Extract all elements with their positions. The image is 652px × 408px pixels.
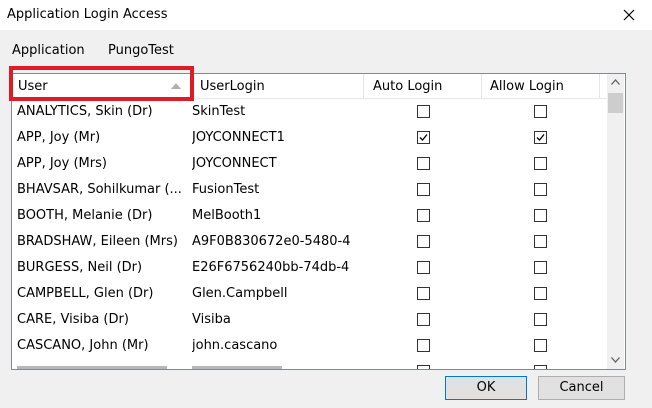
vertical-scrollbar[interactable] <box>607 74 624 369</box>
user-cell: BHAVSAR, Sohilkumar (... <box>17 182 182 197</box>
check-icon <box>536 134 545 141</box>
userlogin-cell: Glen.Campbell <box>192 286 288 301</box>
chevron-up-icon <box>611 79 620 85</box>
application-value: PungoTest <box>108 43 174 58</box>
userlogin-cell: JOYCONNECT <box>192 156 277 171</box>
userlogin-cell: MelBooth1 <box>192 208 262 223</box>
column-header-auto-login[interactable]: Auto Login <box>364 74 482 98</box>
user-cell: CASCANO, John (Mr) <box>17 338 149 353</box>
column-header-user[interactable]: User <box>12 74 194 98</box>
table-row[interactable]: ANALYTICS, Skin (Dr) SkinTest <box>12 99 607 125</box>
allow-login-checkbox[interactable] <box>534 235 547 248</box>
userlogin-cell: JOYCONNECT1 <box>192 130 285 145</box>
grid-header: User UserLogin Auto Login Allow Login <box>12 74 607 99</box>
table-row[interactable]: CAMPBELL, Glen (Dr) Glen.Campbell <box>12 281 607 307</box>
check-icon <box>419 134 428 141</box>
auto-login-checkbox[interactable] <box>417 365 430 369</box>
userlogin-cell: A9F0B830672e0-5480-4 <box>192 234 351 249</box>
userlogin-cell: john.cascano <box>192 338 278 353</box>
userlogin-cell: SkinTest <box>192 104 246 119</box>
allow-login-checkbox[interactable] <box>534 339 547 352</box>
user-cell: APP, Joy (Mr) <box>17 130 101 145</box>
allow-login-checkbox[interactable] <box>534 261 547 274</box>
table-row[interactable]: BURGESS, Neil (Dr) E26F6756240bb-74db-4 <box>12 255 607 281</box>
auto-login-checkbox[interactable] <box>417 157 430 170</box>
allow-login-checkbox[interactable] <box>534 287 547 300</box>
table-row-partial[interactable] <box>12 359 607 369</box>
allow-login-checkbox[interactable] <box>534 209 547 222</box>
ok-button[interactable]: OK <box>445 376 527 400</box>
column-header-userlogin-label: UserLogin <box>200 79 265 94</box>
clipped-user-text <box>17 366 167 369</box>
table-row[interactable]: APP, Joy (Mr) JOYCONNECT1 <box>12 125 607 151</box>
table-row[interactable]: APP, Joy (Mrs) JOYCONNECT <box>12 151 607 177</box>
user-grid: User UserLogin Auto Login Allow Login AN… <box>11 73 626 370</box>
close-icon <box>623 9 635 21</box>
allow-login-checkbox[interactable] <box>534 313 547 326</box>
allow-login-checkbox[interactable] <box>534 183 547 196</box>
window-title: Application Login Access <box>7 7 168 22</box>
table-row[interactable]: BOOTH, Melanie (Dr) MelBooth1 <box>12 203 607 229</box>
cancel-button[interactable]: Cancel <box>538 376 625 400</box>
scroll-down-button[interactable] <box>607 352 624 369</box>
user-cell: BOOTH, Melanie (Dr) <box>17 208 153 223</box>
user-cell: BURGESS, Neil (Dr) <box>17 260 143 275</box>
title-bar: Application Login Access <box>0 0 652 30</box>
user-cell: CAMPBELL, Glen (Dr) <box>17 286 154 301</box>
user-cell: APP, Joy (Mrs) <box>17 156 107 171</box>
column-header-user-label: User <box>18 79 48 94</box>
auto-login-checkbox[interactable] <box>417 235 430 248</box>
clipped-userlogin-text <box>192 366 282 369</box>
user-cell: ANALYTICS, Skin (Dr) <box>17 104 153 119</box>
close-button[interactable] <box>606 0 652 30</box>
user-cell: BRADSHAW, Eileen (Mrs) <box>17 234 178 249</box>
column-header-auto-login-label: Auto Login <box>373 79 443 94</box>
allow-login-checkbox[interactable] <box>534 365 547 369</box>
sort-ascending-icon <box>171 83 181 89</box>
allow-login-checkbox[interactable] <box>534 105 547 118</box>
auto-login-checkbox[interactable] <box>417 287 430 300</box>
table-row[interactable]: CASCANO, John (Mr) john.cascano <box>12 333 607 359</box>
user-cell: CARE, Visiba (Dr) <box>17 312 129 327</box>
allow-login-checkbox[interactable] <box>534 131 547 144</box>
column-header-allow-login-label: Allow Login <box>490 79 564 94</box>
column-header-allow-login[interactable]: Allow Login <box>482 74 600 98</box>
allow-login-checkbox[interactable] <box>534 157 547 170</box>
auto-login-checkbox[interactable] <box>417 131 430 144</box>
table-row[interactable]: BHAVSAR, Sohilkumar (... FusionTest <box>12 177 607 203</box>
scroll-up-button[interactable] <box>607 74 624 91</box>
table-row[interactable]: CARE, Visiba (Dr) Visiba <box>12 307 607 333</box>
auto-login-checkbox[interactable] <box>417 105 430 118</box>
scrollbar-thumb[interactable] <box>608 93 623 113</box>
userlogin-cell: FusionTest <box>192 182 260 197</box>
userlogin-cell: Visiba <box>192 312 231 327</box>
column-header-userlogin[interactable]: UserLogin <box>194 74 364 98</box>
auto-login-checkbox[interactable] <box>417 209 430 222</box>
auto-login-checkbox[interactable] <box>417 313 430 326</box>
auto-login-checkbox[interactable] <box>417 339 430 352</box>
application-label: Application <box>12 43 85 58</box>
auto-login-checkbox[interactable] <box>417 261 430 274</box>
table-row[interactable]: BRADSHAW, Eileen (Mrs) A9F0B830672e0-548… <box>12 229 607 255</box>
userlogin-cell: E26F6756240bb-74db-4 <box>192 260 350 275</box>
chevron-down-icon <box>611 357 620 363</box>
auto-login-checkbox[interactable] <box>417 183 430 196</box>
